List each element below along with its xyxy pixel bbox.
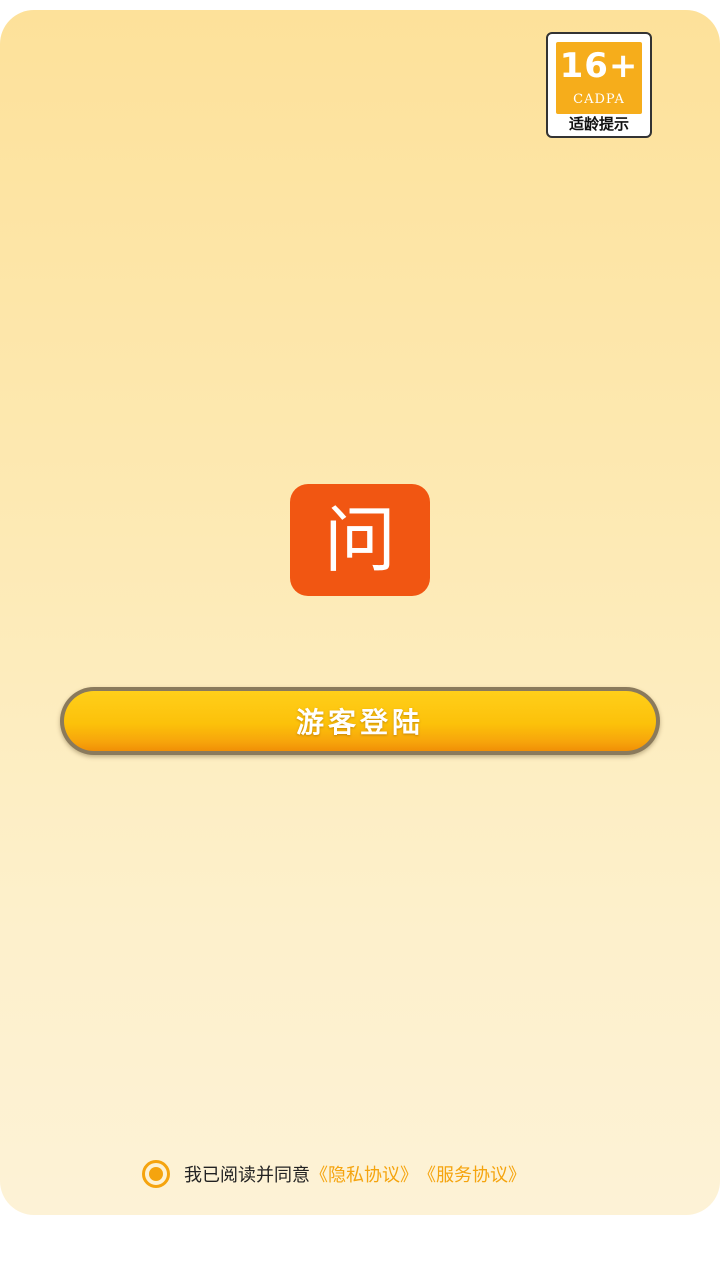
privacy-policy-link[interactable]: 《隐私协议》 [310,1161,418,1187]
age-rating-caption: 适龄提示 [568,115,629,133]
guest-login-button-face: 游客登陆 [64,691,656,751]
login-screen: 16+ CADPA 适龄提示 问 游客登陆 我已阅读并同意 《隐私协议》 《服务… [0,10,720,1215]
agreement-radio[interactable] [142,1160,170,1188]
age-rating-org: CADPA [573,92,625,107]
age-rating-number: 16+ [559,46,639,86]
agreement-radio-dot [149,1167,163,1181]
app-logo-char: 问 [323,498,396,582]
age-rating-badge: 16+ CADPA 适龄提示 [546,32,652,138]
service-agreement-link[interactable]: 《服务协议》 [418,1161,526,1187]
guest-login-label: 游客登陆 [295,706,424,739]
agreement-row: 我已阅读并同意 《隐私协议》 《服务协议》 [142,1158,526,1190]
age-rating-panel: 16+ CADPA [556,42,642,114]
agreement-text: 我已阅读并同意 [184,1165,310,1186]
app-logo: 问 [290,484,430,596]
guest-login-button[interactable]: 游客登陆 [60,687,660,755]
